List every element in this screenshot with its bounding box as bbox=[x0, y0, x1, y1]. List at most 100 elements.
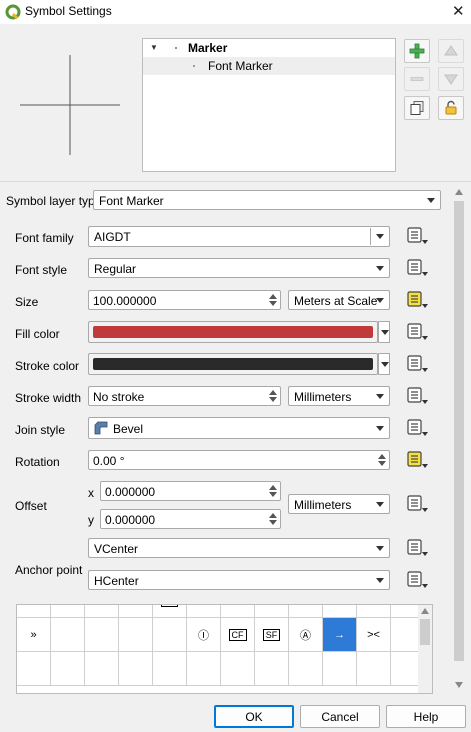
offset-x-spinbox[interactable]: 0.000000 bbox=[100, 481, 281, 501]
character-cell[interactable]: SF bbox=[255, 618, 289, 652]
character-cell[interactable]: ST bbox=[153, 605, 187, 618]
scroll-down-icon[interactable] bbox=[455, 682, 463, 688]
character-cell[interactable] bbox=[153, 652, 187, 686]
stroke-width-unit-combo[interactable]: Millimeters bbox=[288, 386, 390, 406]
character-cell[interactable] bbox=[119, 605, 153, 618]
character-cell[interactable] bbox=[85, 618, 119, 652]
font-family-combo[interactable]: AIGDT bbox=[88, 226, 390, 247]
character-cell[interactable]: → bbox=[323, 618, 357, 652]
character-cell[interactable] bbox=[289, 605, 323, 618]
character-cell[interactable] bbox=[187, 652, 221, 686]
add-layer-button[interactable] bbox=[404, 39, 430, 63]
character-cell[interactable] bbox=[85, 652, 119, 686]
character-cell[interactable]: ± bbox=[51, 605, 85, 618]
character-cell[interactable] bbox=[119, 618, 153, 652]
spin-up-icon[interactable] bbox=[269, 390, 277, 395]
symbol-layer-tree[interactable]: ▼ Marker Font Marker bbox=[142, 38, 396, 172]
character-cell[interactable] bbox=[221, 652, 255, 686]
scroll-up-icon[interactable] bbox=[421, 608, 429, 614]
expand-arrow-icon[interactable]: ▼ bbox=[150, 43, 158, 52]
offset-data-defined-override-button[interactable] bbox=[406, 494, 430, 514]
fill-color-dropdown[interactable] bbox=[378, 321, 390, 343]
join-style-data-defined-override-button[interactable] bbox=[406, 418, 430, 438]
scrollbar-thumb[interactable] bbox=[420, 619, 430, 645]
character-cell[interactable] bbox=[255, 605, 289, 618]
character-cell[interactable]: >< bbox=[357, 618, 391, 652]
fill-color-data-defined-override-button[interactable] bbox=[406, 322, 430, 342]
settings-scrollbar[interactable] bbox=[452, 186, 466, 692]
spin-down-icon[interactable] bbox=[269, 397, 277, 402]
character-cell[interactable] bbox=[17, 652, 51, 686]
character-cell[interactable] bbox=[221, 605, 255, 618]
stroke-width-data-defined-override-button[interactable] bbox=[406, 386, 430, 406]
font-style-data-defined-override-button[interactable] bbox=[406, 258, 430, 278]
scroll-up-icon[interactable] bbox=[455, 189, 463, 195]
stroke-width-spinbox[interactable]: No stroke bbox=[88, 386, 281, 406]
spin-up-icon[interactable] bbox=[378, 454, 386, 459]
chevron-down-icon bbox=[376, 394, 384, 399]
rotation-spinbox[interactable]: 0.00 ° bbox=[88, 450, 390, 470]
character-cell[interactable]: ˙ bbox=[17, 605, 51, 618]
stroke-color-data-defined-override-button[interactable] bbox=[406, 354, 430, 374]
character-cell[interactable] bbox=[153, 618, 187, 652]
chevron-down-icon bbox=[376, 546, 384, 551]
stroke-color-dropdown[interactable] bbox=[378, 353, 390, 375]
character-glyph: SF bbox=[262, 628, 281, 641]
symbol-layer-type-combo[interactable]: Font Marker bbox=[93, 190, 441, 210]
character-cell[interactable] bbox=[323, 652, 357, 686]
close-icon[interactable]: ✕ bbox=[452, 2, 465, 20]
character-cell[interactable] bbox=[289, 652, 323, 686]
splitter[interactable] bbox=[0, 181, 471, 182]
stroke-color-button[interactable] bbox=[88, 353, 378, 375]
spin-down-icon[interactable] bbox=[269, 492, 277, 497]
offset-y-spinbox[interactable]: 0.000000 bbox=[100, 509, 281, 529]
character-cell[interactable]: Ⓐ bbox=[289, 618, 323, 652]
spin-up-icon[interactable] bbox=[269, 485, 277, 490]
help-button[interactable]: Help bbox=[386, 705, 466, 728]
chevron-down-icon bbox=[376, 298, 384, 303]
character-cell[interactable] bbox=[357, 652, 391, 686]
character-cell[interactable] bbox=[255, 652, 289, 686]
character-cell[interactable] bbox=[119, 652, 153, 686]
anchor-vertical-combo[interactable]: VCenter bbox=[88, 538, 390, 558]
character-cell[interactable] bbox=[85, 605, 119, 618]
fill-color-button[interactable] bbox=[88, 321, 378, 343]
lock-layer-button[interactable] bbox=[438, 96, 464, 120]
move-down-button[interactable] bbox=[438, 67, 464, 91]
size-unit-combo[interactable]: Meters at Scale bbox=[288, 290, 390, 310]
tree-item-font-marker[interactable]: Font Marker bbox=[143, 57, 395, 75]
anchor-vertical-data-defined-override-button[interactable] bbox=[406, 538, 430, 558]
character-cell[interactable]: CF bbox=[221, 618, 255, 652]
character-cell[interactable] bbox=[323, 605, 357, 618]
character-cell[interactable] bbox=[187, 605, 221, 618]
spin-down-icon[interactable] bbox=[269, 520, 277, 525]
remove-layer-button[interactable] bbox=[404, 67, 430, 91]
character-cell[interactable]: Ⓘ bbox=[187, 618, 221, 652]
spin-down-icon[interactable] bbox=[378, 461, 386, 466]
size-data-defined-override-button[interactable] bbox=[406, 290, 430, 310]
rotation-data-defined-override-button[interactable] bbox=[406, 450, 430, 470]
character-grid-scrollbar[interactable] bbox=[418, 605, 432, 693]
character-cell[interactable]: » bbox=[17, 618, 51, 652]
character-cell[interactable] bbox=[51, 652, 85, 686]
spin-up-icon[interactable] bbox=[269, 513, 277, 518]
font-marker-dot-icon bbox=[193, 65, 195, 67]
spin-up-icon[interactable] bbox=[269, 294, 277, 299]
anchor-horizontal-combo[interactable]: HCenter bbox=[88, 570, 390, 590]
character-cell[interactable] bbox=[51, 618, 85, 652]
scrollbar-thumb[interactable] bbox=[454, 201, 464, 661]
font-family-data-defined-override-button[interactable] bbox=[406, 226, 430, 246]
move-up-button[interactable] bbox=[438, 39, 464, 63]
ok-button[interactable]: OK bbox=[214, 705, 294, 728]
spin-down-icon[interactable] bbox=[269, 301, 277, 306]
tree-item-marker[interactable]: ▼ Marker bbox=[143, 39, 395, 57]
font-style-combo[interactable]: Regular bbox=[88, 258, 390, 278]
character-cell[interactable] bbox=[357, 605, 391, 618]
size-spinbox[interactable]: 100.000000 bbox=[88, 290, 281, 310]
duplicate-layer-button[interactable] bbox=[404, 96, 430, 120]
cancel-button[interactable]: Cancel bbox=[300, 705, 380, 728]
anchor-horizontal-data-defined-override-button[interactable] bbox=[406, 570, 430, 590]
offset-unit-combo[interactable]: Millimeters bbox=[288, 494, 390, 514]
character-map-grid[interactable]: ˙ ± ST » Ⓘ CF SF Ⓐ → >< bbox=[16, 604, 433, 694]
join-style-combo[interactable]: Bevel bbox=[88, 417, 390, 439]
